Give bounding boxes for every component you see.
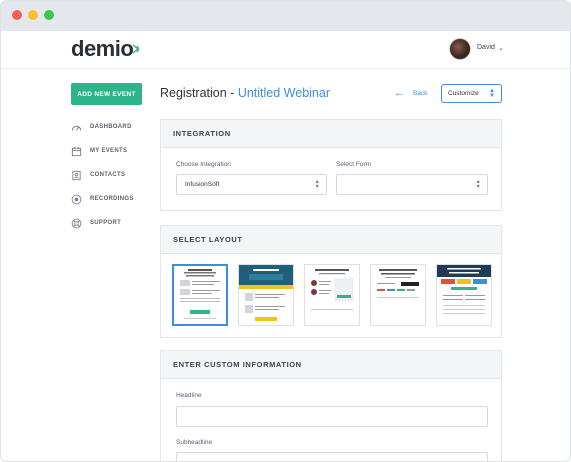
webinar-title[interactable]: Untitled Webinar xyxy=(238,86,330,100)
calendar-icon xyxy=(71,146,82,156)
back-button[interactable]: ← Back xyxy=(394,88,427,99)
page-title-prefix: Registration - xyxy=(160,86,238,100)
layout-thumbnail-2[interactable] xyxy=(238,264,294,326)
demio-logo[interactable]: demio xyxy=(71,36,134,62)
sidebar-item-label: SUPPORT xyxy=(90,220,122,226)
sidebar-item-label: CONTACTS xyxy=(90,172,126,178)
subheadline-input[interactable] xyxy=(176,452,488,461)
select-layout-heading: SELECT LAYOUT xyxy=(161,226,501,254)
integration-select[interactable]: InfusionSoft ▲ ▼ xyxy=(176,174,327,195)
app-window: demio David ⌄ ADD NEW EVENT DASHBOARD MY… xyxy=(0,0,571,462)
minimize-window-button[interactable] xyxy=(28,10,38,20)
custom-info-panel: ENTER CUSTOM INFORMATION Headline Subhea… xyxy=(160,350,502,461)
integration-heading: INTEGRATION xyxy=(161,120,501,148)
sidebar-item-support[interactable]: SUPPORT xyxy=(71,211,161,235)
form-select[interactable]: ▲ ▼ xyxy=(336,174,488,195)
headline-input[interactable] xyxy=(176,406,488,427)
layout-thumbnail-5[interactable] xyxy=(436,264,492,326)
gauge-icon xyxy=(71,125,82,131)
layout-preview-image xyxy=(239,265,293,325)
sidebar-item-recordings[interactable]: RECORDINGS xyxy=(71,187,161,211)
close-window-button[interactable] xyxy=(12,10,22,20)
page-title: Registration - Untitled Webinar xyxy=(160,86,330,100)
layout-preview-image xyxy=(437,265,491,325)
select-arrows-icon: ▲ ▼ xyxy=(489,88,495,99)
integration-select-value: InfusionSoft xyxy=(185,181,220,188)
headline-label: Headline xyxy=(176,392,202,399)
avatar[interactable] xyxy=(449,38,471,60)
select-arrows-icon: ▲ ▼ xyxy=(475,179,481,190)
maximize-window-button[interactable] xyxy=(44,10,54,20)
logo-mark-icon xyxy=(132,44,140,54)
customize-select[interactable]: Customize ▲ ▼ xyxy=(441,84,502,103)
sidebar-nav: DASHBOARD MY EVENTS CONTACTS RECORDINGS … xyxy=(71,115,161,235)
record-icon xyxy=(71,194,82,204)
user-name[interactable]: David xyxy=(477,44,495,51)
layout-thumbnail-1[interactable] xyxy=(172,264,228,326)
app-header: demio David ⌄ xyxy=(1,31,570,69)
contacts-icon xyxy=(72,170,81,180)
select-arrows-icon: ▲ ▼ xyxy=(314,179,320,190)
integration-panel: INTEGRATION Choose Integration InfusionS… xyxy=(160,119,502,211)
arrow-left-icon: ← xyxy=(394,87,405,99)
sidebar-item-contacts[interactable]: CONTACTS xyxy=(71,163,161,187)
lifebuoy-icon xyxy=(71,218,82,228)
customize-label: Customize xyxy=(448,90,479,97)
layout-thumbnail-4[interactable] xyxy=(370,264,426,326)
select-form-label: Select Form xyxy=(336,161,372,168)
sidebar-item-label: MY EVENTS xyxy=(90,148,128,154)
add-new-event-button[interactable]: ADD NEW EVENT xyxy=(71,83,142,105)
layout-preview-image xyxy=(371,265,425,325)
sidebar-item-dashboard[interactable]: DASHBOARD xyxy=(71,115,161,139)
choose-integration-label: Choose Integration xyxy=(176,161,231,168)
select-layout-panel: SELECT LAYOUT xyxy=(160,225,502,338)
sidebar-item-my-events[interactable]: MY EVENTS xyxy=(71,139,161,163)
layout-thumbnail-3[interactable] xyxy=(304,264,360,326)
layout-preview-image xyxy=(305,265,359,325)
sidebar-item-label: RECORDINGS xyxy=(90,196,134,202)
custom-info-heading: ENTER CUSTOM INFORMATION xyxy=(161,351,501,379)
back-label: Back xyxy=(413,90,428,97)
chevron-down-icon[interactable]: ⌄ xyxy=(498,44,504,52)
layout-preview-image xyxy=(174,266,226,324)
subheadline-label: Subheadline xyxy=(176,439,213,446)
sidebar-item-label: DASHBOARD xyxy=(90,124,132,130)
window-titlebar xyxy=(1,1,570,31)
